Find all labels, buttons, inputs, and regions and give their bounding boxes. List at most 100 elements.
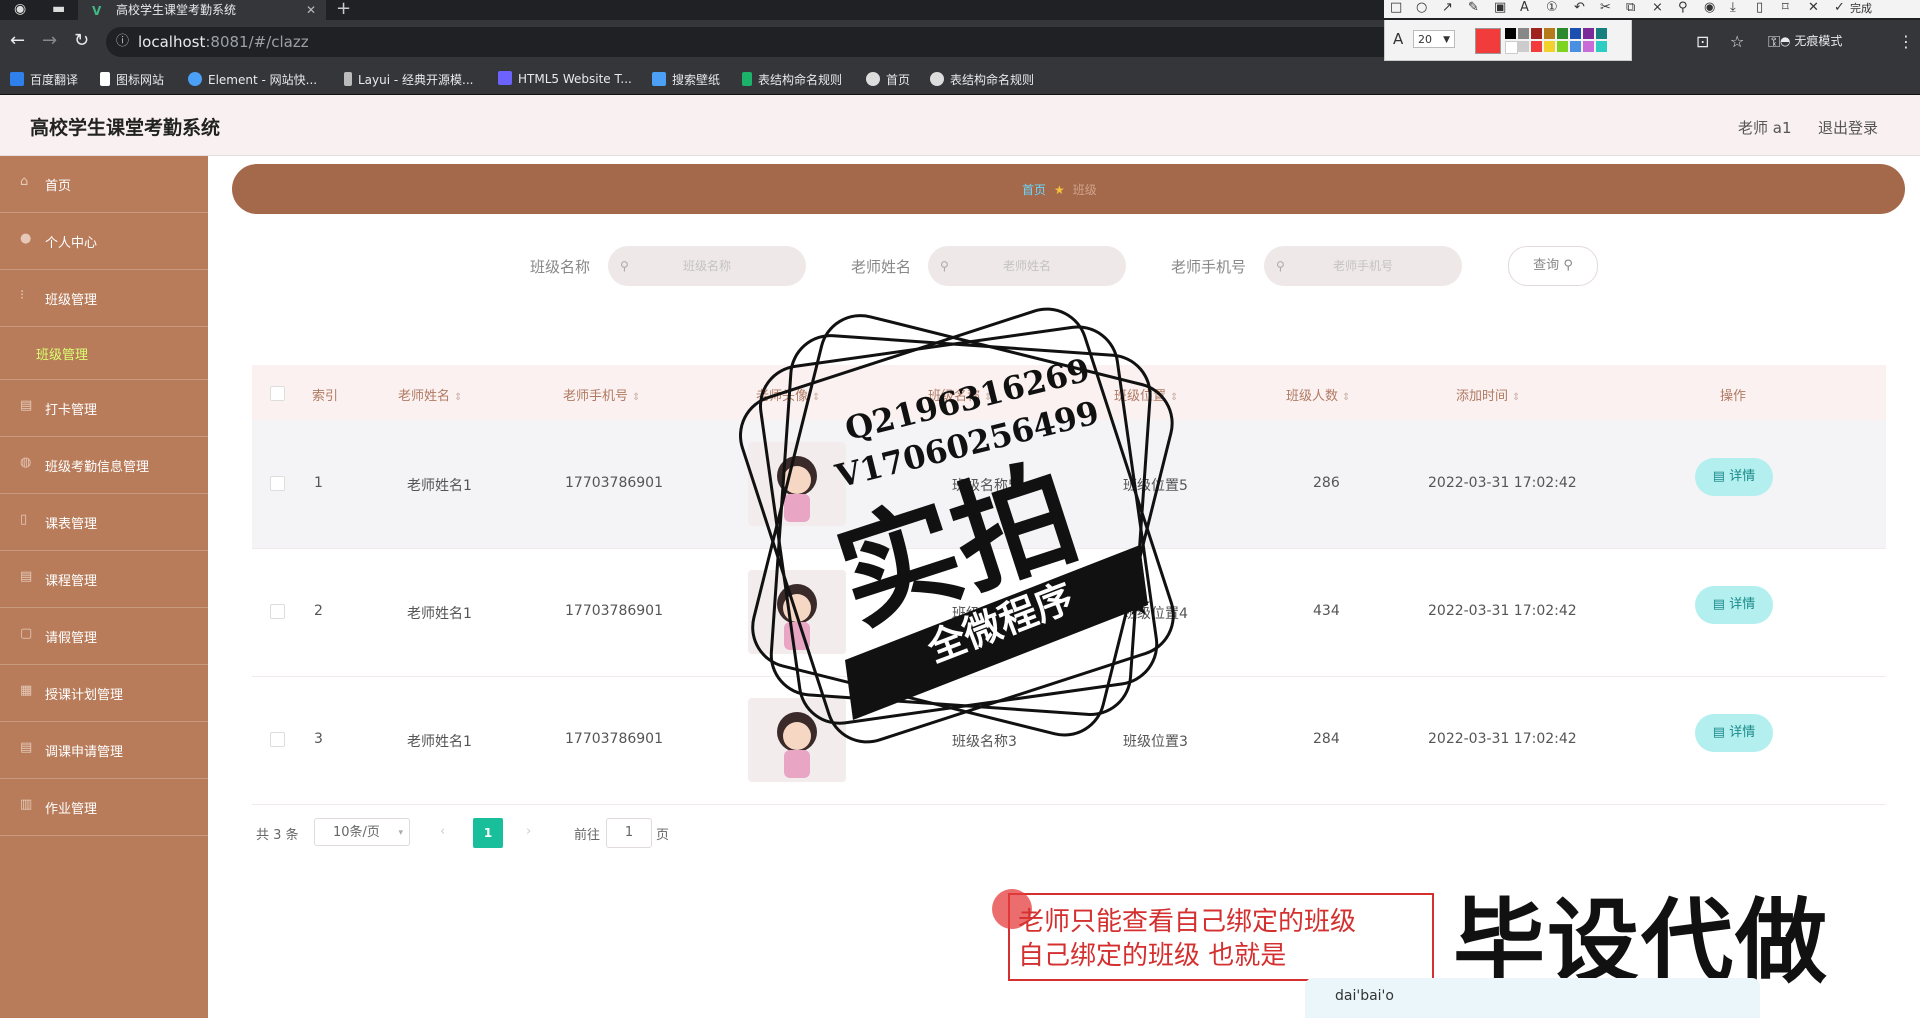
row-checkbox[interactable] [270, 732, 285, 747]
sidebar-item-course[interactable]: ▤ 课程管理 [0, 551, 208, 608]
query-button[interactable]: 查询 ⚲ [1508, 246, 1598, 286]
color-swatch[interactable] [1583, 28, 1594, 39]
detail-button[interactable]: ▤ 详情 [1695, 714, 1773, 752]
column-header[interactable]: 老师姓名 ⇕ [398, 385, 462, 404]
sidebar-item-homework[interactable]: ▥ 作业管理 [0, 779, 208, 836]
sidebar-item-adjust[interactable]: ▤ 调课申请管理 [0, 722, 208, 779]
arrow-tool-icon[interactable]: ↗ [1442, 0, 1453, 15]
document-icon: ▤ [1712, 725, 1726, 740]
bookmark-item[interactable]: HTML5 Website T... [498, 71, 632, 86]
bookmark-item[interactable]: 搜索壁纸 [652, 71, 720, 88]
back-icon[interactable]: ← [10, 30, 25, 51]
color-swatch[interactable] [1557, 28, 1568, 39]
incognito-indicator[interactable]: ◓ 无痕模式 [1780, 32, 1842, 49]
bookmark-item[interactable]: Element - 网站快... [188, 71, 317, 88]
sidebar-item-plan[interactable]: ▦ 授课计划管理 [0, 665, 208, 722]
sidebar-item-checkin[interactable]: ▤ 打卡管理 [0, 380, 208, 437]
reload-icon[interactable]: ↻ [74, 30, 89, 51]
color-swatch[interactable] [1531, 41, 1542, 52]
sidebar-item-timetable[interactable]: ▯ 课表管理 [0, 494, 208, 551]
bookmark-icon[interactable]: ⌑ [1782, 0, 1789, 15]
cut-icon[interactable]: ✂ [1600, 0, 1611, 15]
sidebar-subitem-class[interactable]: 班级管理 [0, 327, 208, 380]
teacher-phone-label: 老师手机号 [1171, 258, 1247, 276]
color-swatch[interactable] [1531, 28, 1542, 39]
confirm-icon[interactable]: ✓ [1834, 0, 1845, 15]
column-header[interactable]: 添加时间 ⇕ [1456, 385, 1520, 404]
row-checkbox[interactable] [270, 476, 285, 491]
bookmark-item[interactable]: 表结构命名规则 [742, 71, 842, 88]
row-checkbox[interactable] [270, 604, 285, 619]
pen-tool-icon[interactable]: ✎ [1468, 0, 1479, 15]
teacher-phone-input[interactable]: ⚲ 老师手机号 [1264, 246, 1462, 286]
address-bar[interactable]: ⓘ localhost:8081/#/clazz [106, 27, 1406, 57]
window-icon[interactable]: ▬ [52, 1, 65, 17]
goto-label: 前往 [574, 828, 601, 843]
sidebar-item-attendance[interactable]: ◍ 班级考勤信息管理 [0, 437, 208, 494]
layui-bookmark-icon [344, 72, 352, 86]
color-swatch[interactable] [1596, 41, 1607, 52]
forward-icon[interactable]: → [42, 30, 57, 51]
more-menu-icon[interactable]: ⋮ [1898, 32, 1914, 51]
done-label[interactable]: 完成 [1850, 0, 1872, 16]
cancel-icon[interactable]: ✕ [1808, 0, 1819, 15]
color-swatch[interactable] [1570, 28, 1581, 39]
browser-tab[interactable]: V 高校学生课堂考勤系统 ✕ [78, 0, 326, 20]
detail-button[interactable]: ▤ 详情 [1695, 586, 1773, 624]
color-swatch[interactable] [1570, 41, 1581, 52]
copy-icon[interactable]: ⧉ [1626, 0, 1635, 15]
select-all-checkbox[interactable] [270, 386, 285, 401]
teacher-name-input[interactable]: ⚲ 老师姓名 [928, 246, 1126, 286]
next-page-icon[interactable]: › [526, 824, 531, 854]
site-info-icon[interactable]: ⓘ [116, 27, 129, 57]
ellipse-tool-icon[interactable]: ○ [1416, 0, 1427, 15]
color-swatch[interactable] [1505, 41, 1518, 54]
tab-close-icon[interactable]: ✕ [306, 1, 316, 19]
clock-icon: ▤ [20, 398, 33, 413]
marker-tool-icon[interactable]: ▣ [1494, 0, 1506, 15]
detail-button[interactable]: ▤ 详情 [1695, 458, 1773, 496]
sidebar-item-leave[interactable]: ▢ 请假管理 [0, 608, 208, 665]
sidebar-item-profile[interactable]: ● 个人中心 [0, 213, 208, 270]
close-tool-icon[interactable]: ⨯ [1652, 0, 1663, 15]
undo-icon[interactable]: ↶ [1574, 0, 1585, 15]
color-swatch[interactable] [1518, 41, 1529, 52]
bookmark-item[interactable]: 表结构命名规则 [930, 71, 1034, 88]
color-swatch[interactable] [1583, 41, 1594, 52]
current-color-swatch[interactable] [1475, 28, 1501, 54]
color-swatch[interactable] [1596, 28, 1607, 39]
logout-button[interactable]: 退出登录 [1818, 117, 1878, 138]
pin-icon[interactable]: ⚲ [1678, 0, 1688, 15]
class-name-input[interactable]: ⚲ 班级名称 [608, 246, 806, 286]
bookmark-item[interactable]: 首页 [866, 71, 910, 88]
page-size-select[interactable]: 10条/页 ▾ [314, 818, 410, 846]
font-size-select[interactable]: 20 ▼ [1413, 30, 1455, 48]
color-swatch[interactable] [1544, 28, 1555, 39]
text-tool-icon[interactable]: A [1520, 0, 1529, 15]
bookmark-item[interactable]: 百度翻译 [10, 71, 78, 88]
record-icon[interactable]: ◉ [1704, 0, 1715, 15]
bookmark-item[interactable]: 图标网站 [100, 71, 164, 88]
color-swatch[interactable] [1544, 41, 1555, 52]
goto-page-input[interactable]: 1 [606, 818, 652, 848]
new-tab-button[interactable]: + [336, 0, 351, 19]
sidebar-item-home[interactable]: ⌂ 首页 [0, 156, 208, 213]
page-number-current[interactable]: 1 [473, 818, 503, 848]
column-header[interactable]: 老师手机号 ⇕ [563, 385, 640, 404]
translate-icon[interactable]: ⊡ [1696, 32, 1709, 51]
rectangle-tool-icon[interactable]: □ [1390, 0, 1402, 15]
breadcrumb-home[interactable]: 首页 [1022, 183, 1046, 197]
sidebar-item-class[interactable]: ⁝ 班级管理 [0, 270, 208, 327]
color-swatch[interactable] [1557, 41, 1568, 52]
bookmark-star-icon[interactable]: ☆ [1730, 32, 1744, 51]
color-swatch[interactable] [1505, 28, 1516, 39]
bookmark-item[interactable]: Layui - 经典开源模... [344, 71, 473, 88]
number-tool-icon[interactable]: ① [1546, 0, 1558, 15]
color-swatch[interactable] [1518, 28, 1529, 39]
browser-menu-icon[interactable]: ◉ [14, 1, 26, 17]
prev-page-icon[interactable]: ‹ [440, 824, 445, 854]
download-icon[interactable]: ⤓ [1730, 0, 1736, 15]
column-header[interactable]: 班级人数 ⇕ [1286, 385, 1350, 404]
key-icon[interactable]: ⚿ [1768, 32, 1780, 52]
phone-icon[interactable]: ▯ [1756, 0, 1763, 15]
